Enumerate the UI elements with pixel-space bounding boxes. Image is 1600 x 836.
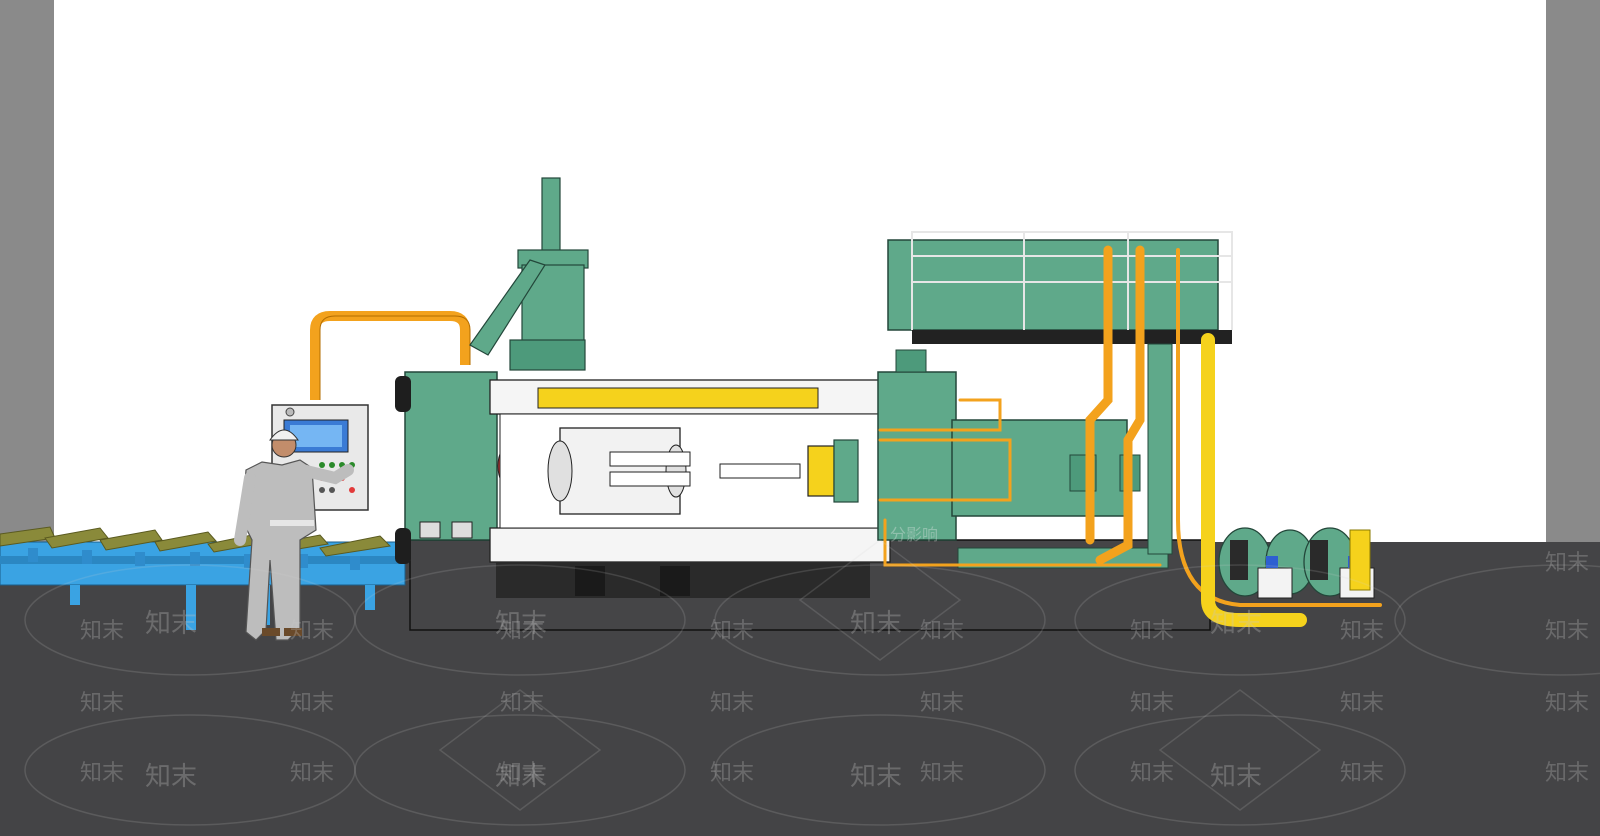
watermark-text: 知末: [495, 609, 547, 639]
watermark-text: 知末: [1545, 619, 1589, 644]
watermark-text: 知末: [710, 691, 754, 716]
roller-conveyor: [0, 526, 406, 630]
scene: 知末 知末 知末 知末 知末 知末 知末 知末 知末 知末 知末 知末 知末 知…: [0, 0, 1600, 836]
watermark-text: 知末: [495, 762, 547, 792]
watermark-text: 知末: [145, 609, 197, 639]
watermark-text: 知末: [145, 762, 197, 792]
watermark-text: 知末: [1545, 691, 1589, 716]
watermark-text: 知末: [710, 619, 754, 644]
watermark-text: 知末: [1340, 691, 1384, 716]
watermark-text: 知末: [850, 609, 902, 639]
watermark-text: 知末: [290, 619, 334, 644]
watermark-caption: 分影响: [890, 525, 938, 544]
watermark-text: 知末: [290, 761, 334, 786]
pump-units: [1218, 527, 1375, 599]
watermark-text: 知末: [80, 619, 124, 644]
watermark-text: 知末: [80, 761, 124, 786]
illustration: 知末 知末 知末 知末 知末 知末 知末 知末 知末 知末 知末 知末 知末 知…: [0, 177, 1600, 826]
watermark-text: 知末: [1545, 551, 1589, 576]
watermark-text: 知末: [710, 761, 754, 786]
watermark-text: 知末: [1210, 762, 1262, 792]
watermark-text: 知末: [920, 619, 964, 644]
watermark-text: 知末: [1340, 619, 1384, 644]
watermark-text: 知末: [500, 691, 544, 716]
watermark-text: 知末: [80, 691, 124, 716]
watermark-text: 知末: [1130, 691, 1174, 716]
watermark-text: 知末: [920, 761, 964, 786]
watermark-text: 知末: [1130, 761, 1174, 786]
watermark-text: 知末: [1340, 761, 1384, 786]
watermark-text: 知末: [1210, 609, 1262, 639]
watermark-text: 知末: [920, 691, 964, 716]
watermark-text: 知末: [1130, 619, 1174, 644]
watermark-text: 知末: [290, 691, 334, 716]
watermark-text: 知末: [850, 762, 902, 792]
watermark-text: 知末: [1545, 761, 1589, 786]
